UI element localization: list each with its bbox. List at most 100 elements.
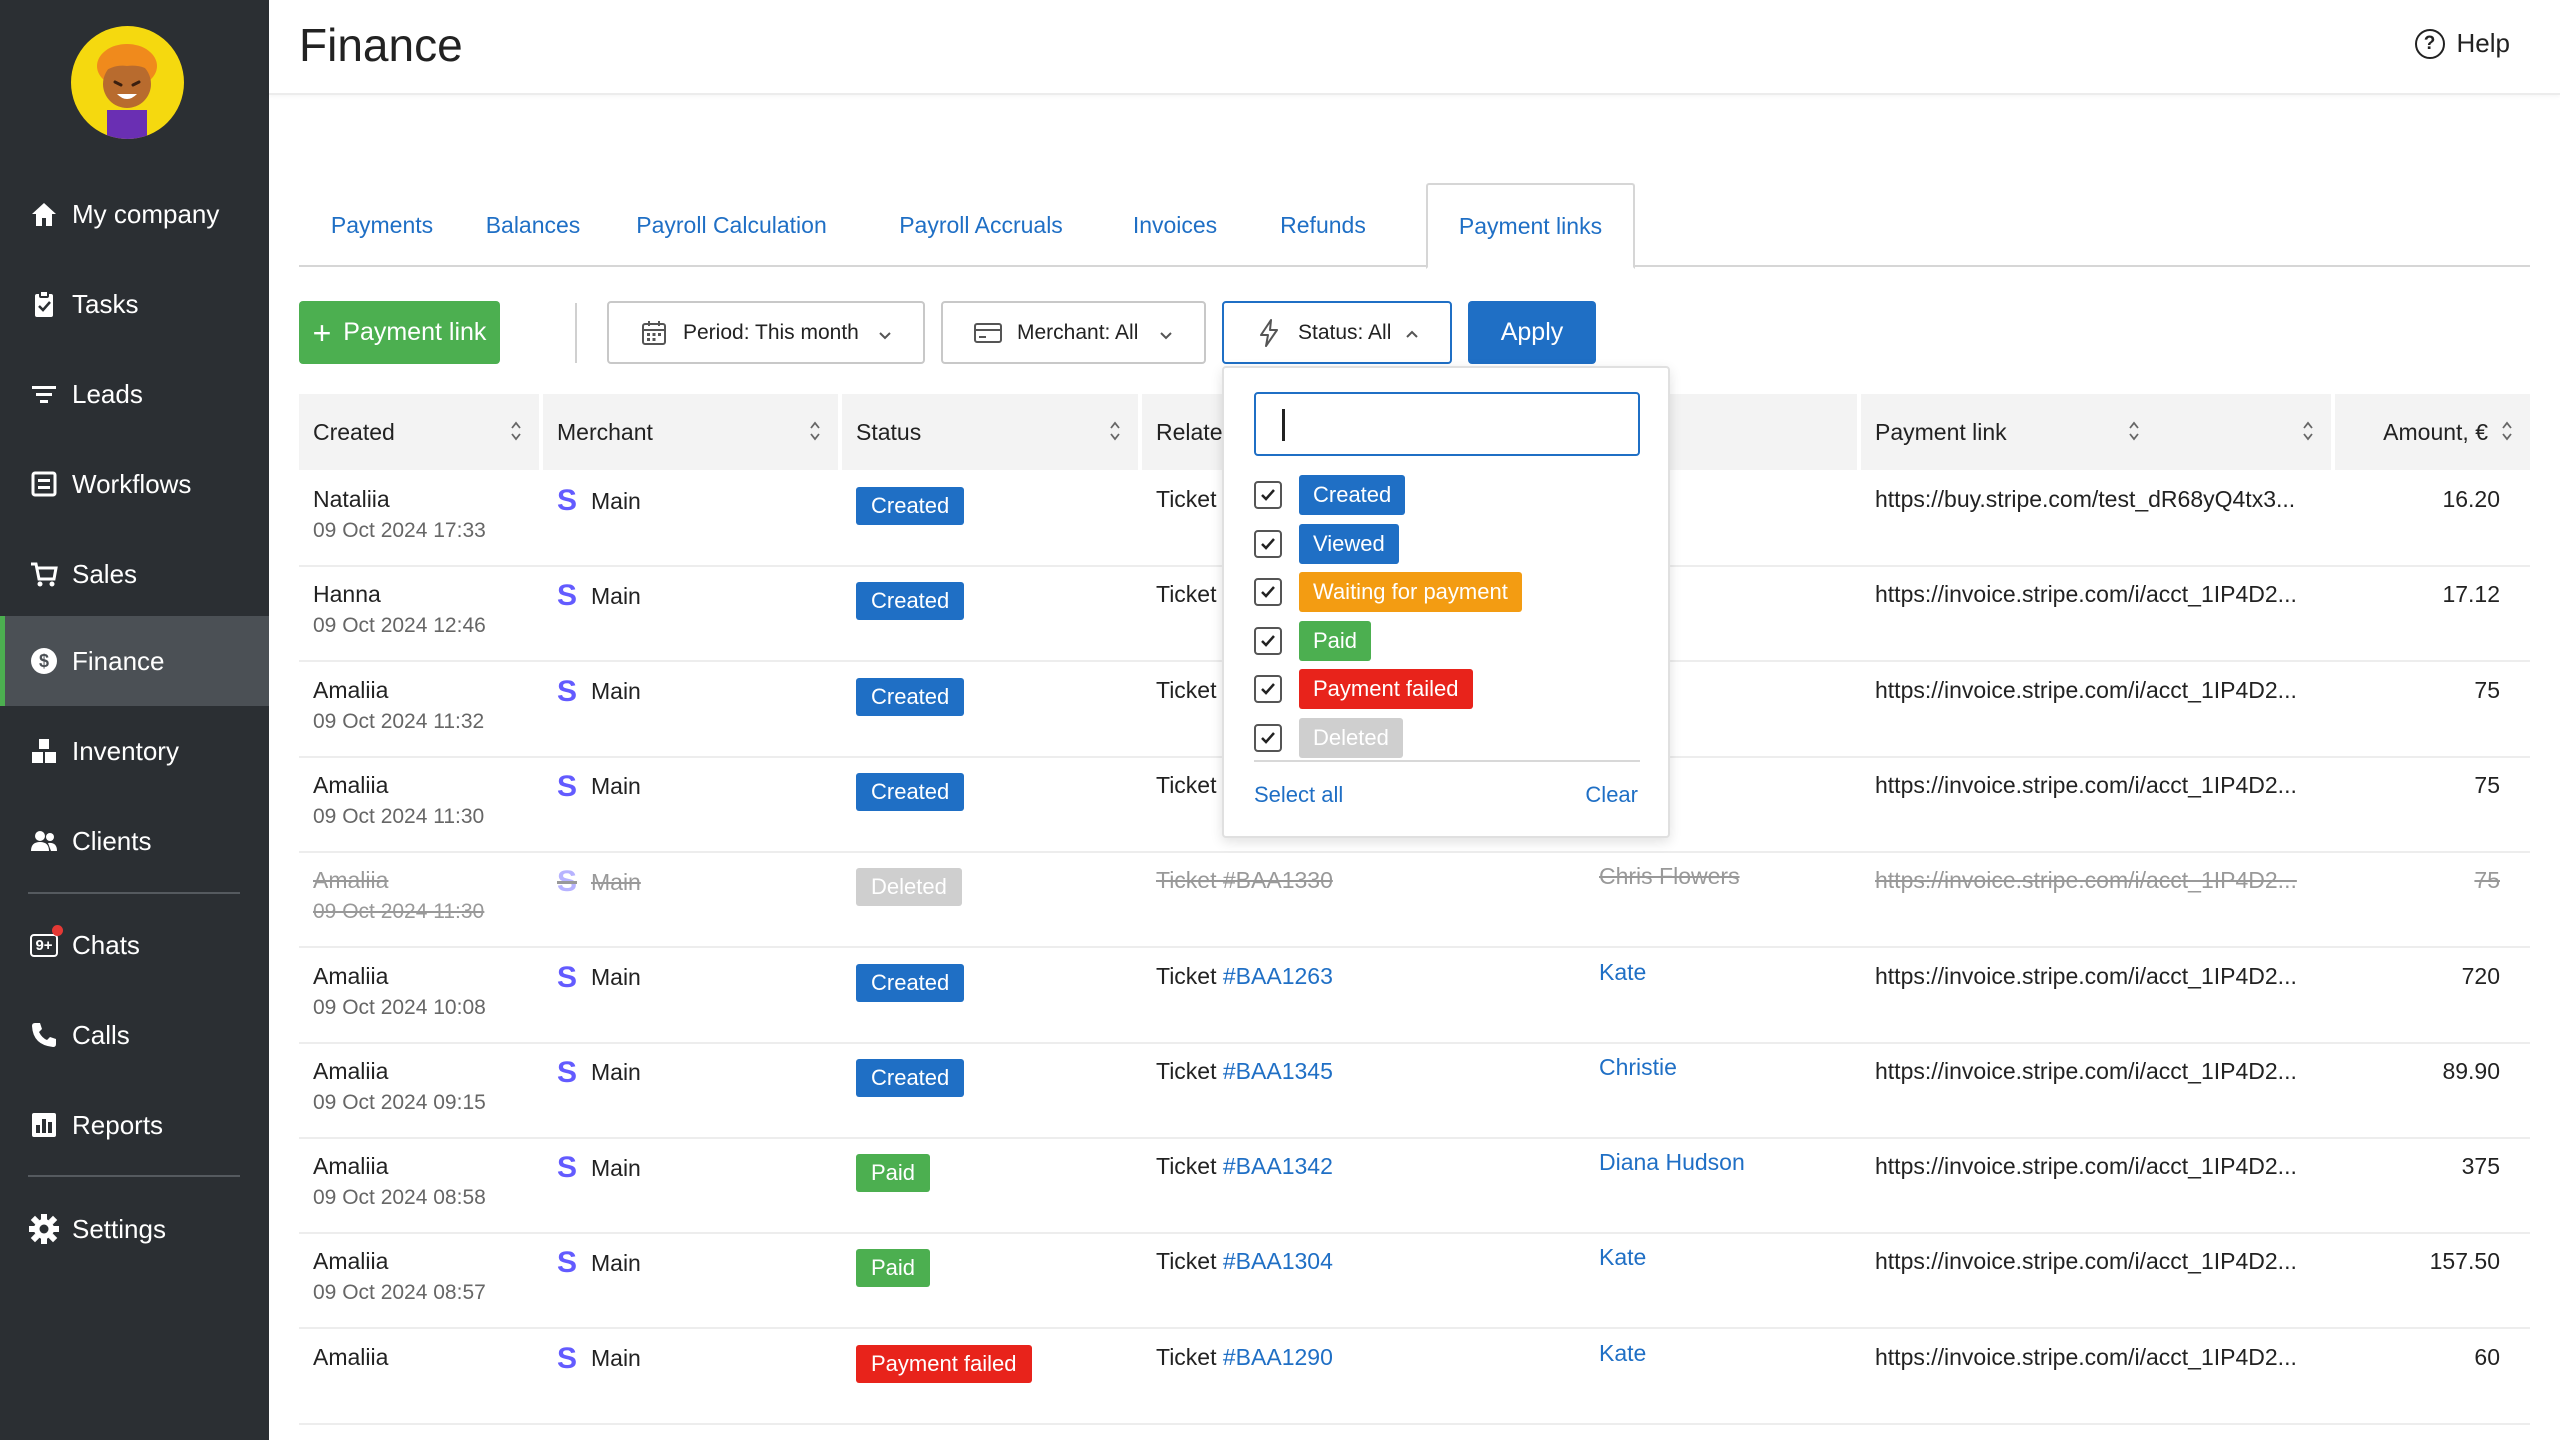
sidebar-item-label: Tasks [72,288,139,319]
row-created-cell: Amaliia 09 Oct 2024 09:15 [313,1058,486,1115]
checkbox[interactable] [1254,626,1282,655]
client-link[interactable]: Kate [1599,959,1646,986]
ticket-link[interactable]: #BAA1304 [1223,1248,1333,1274]
amount-value: 75 [2474,676,2500,703]
sidebar-item-settings[interactable]: Settings [0,1184,269,1274]
users-icon [27,824,61,858]
tab-payroll-calculation[interactable]: Payroll Calculation [601,183,862,267]
payment-link-url[interactable]: https://invoice.stripe.com/i/acct_1IP4D2… [1875,867,2297,894]
tab-payment-links[interactable]: Payment links [1426,183,1635,269]
row-merchant-cell: S Main [557,865,641,899]
checkbox[interactable] [1254,529,1282,558]
chat-icon: 9+ [27,925,63,962]
status-badge: Created [856,1058,965,1097]
table-row[interactable]: Amaliia 09 Oct 2024 09:15 S Main Created Tick… [299,1044,2530,1139]
status-badge: Created [856,487,965,525]
add-payment-link-button[interactable]: + Payment link [299,301,500,364]
status-option[interactable]: Payment failed [1254,667,1473,711]
checkmark-icon [1261,537,1275,550]
column-header-merchant[interactable]: Merchant [543,394,838,470]
column-header-payment-link[interactable]: Payment link [1861,394,2331,470]
help-button[interactable]: ? Help [2414,28,2510,59]
payment-link-url[interactable]: https://invoice.stripe.com/i/acct_1IP4D2… [1875,1344,2297,1371]
related-type: Ticket [1156,771,1217,798]
ticket-link[interactable]: #BAA1345 [1223,1058,1333,1084]
table-row[interactable]: Amaliia 09 Oct 2024 08:58 S Main Paid Ticket … [299,1139,2530,1235]
tab-invoices[interactable]: Invoices [1100,183,1250,267]
column-header-created[interactable]: Created [299,394,539,470]
client-link[interactable]: Diana Hudson [1599,1149,1745,1176]
status-option[interactable]: Created [1254,473,1406,517]
user-avatar[interactable] [71,26,184,139]
stripe-logo-icon: S [557,1151,578,1185]
add-payment-link-label: Payment link [343,318,487,346]
sort-icon [2500,418,2514,450]
table-row[interactable]: Amaliia 09 Oct 2024 10:08 S Main Created Tick… [299,949,2530,1044]
sidebar-item-leads[interactable]: Leads [0,349,269,439]
client-link[interactable]: Kate [1599,1340,1646,1367]
table-row[interactable]: Amaliia S Main Payment failed Ticket #BAA129… [299,1330,2530,1425]
payment-link-url[interactable]: https://invoice.stripe.com/i/acct_1IP4D2… [1875,963,2297,990]
boxes-icon [27,734,61,768]
client-link[interactable]: Chris Flowers [1599,863,1740,890]
sidebar-item-inventory[interactable]: Inventory [0,706,269,796]
ticket-link[interactable]: #BAA1290 [1223,1344,1333,1370]
sidebar-item-reports[interactable]: Reports [0,1080,269,1170]
sidebar-item-finance[interactable]: $ Finance [0,616,269,706]
merchant-filter[interactable]: Merchant: All [941,301,1206,364]
merchant-name: Main [591,1154,641,1181]
status-option-label: Payment failed [1299,669,1473,709]
clear-link[interactable]: Clear [1585,782,1638,808]
select-all-link[interactable]: Select all [1254,782,1343,808]
payment-link-url[interactable]: https://invoice.stripe.com/i/acct_1IP4D2… [1875,677,2297,704]
status-option[interactable]: Paid [1254,619,1372,663]
sidebar-item-chats[interactable]: 9+ Chats [0,900,269,990]
checkbox[interactable] [1254,578,1282,606]
amount-value: 17.12 [2442,581,2500,608]
card-icon [973,318,1003,348]
merchant-filter-label: Merchant: All [1017,320,1139,344]
sidebar-item-workflows[interactable]: Workflows [0,439,269,529]
related-type: Ticket [1156,581,1217,608]
merchant-name: Main [591,1249,641,1276]
sidebar-item-my-company[interactable]: My company [0,169,269,259]
svg-text:$: $ [39,651,49,671]
tab-payroll-accruals[interactable]: Payroll Accruals [862,183,1100,267]
tab-balances[interactable]: Balances [465,183,601,267]
stripe-logo-icon: S [557,1341,578,1375]
status-option[interactable]: Deleted [1254,716,1403,760]
calendar-icon [639,318,669,348]
table-row[interactable]: Amaliia 09 Oct 2024 08:57 S Main Paid Ticket … [299,1234,2530,1330]
column-header-status[interactable]: Status [842,394,1138,470]
payment-link-url[interactable]: https://invoice.stripe.com/i/acct_1IP4D2… [1875,581,2297,608]
sidebar-item-tasks[interactable]: Tasks [0,259,269,349]
checkbox[interactable] [1254,723,1282,752]
table-row[interactable]: Amaliia 09 Oct 2024 11:30 S Main Deleted Tick… [299,853,2530,949]
row-created-cell: Amaliia 09 Oct 2024 11:32 [313,677,484,734]
ticket-link[interactable]: #BAA1342 [1223,1153,1333,1179]
checkbox[interactable] [1254,481,1282,509]
ticket-link[interactable]: #BAA1263 [1223,963,1333,989]
sidebar-item-calls[interactable]: Calls [0,990,269,1080]
status-option[interactable]: Viewed [1254,522,1399,566]
tab-refunds[interactable]: Refunds [1250,183,1396,267]
apply-button[interactable]: Apply [1468,301,1596,364]
column-header-amount[interactable]: Amount, € [2335,394,2530,470]
status-option[interactable]: Waiting for payment [1254,570,1522,614]
payment-link-url[interactable]: https://buy.stripe.com/test_dR68yQ4tx3..… [1875,486,2295,513]
client-link[interactable]: Christie [1599,1054,1677,1081]
payment-link-url[interactable]: https://invoice.stripe.com/i/acct_1IP4D2… [1875,1153,2297,1180]
status-filter[interactable]: Status: All [1222,301,1452,364]
sidebar-item-sales[interactable]: Sales [0,529,269,619]
column-header-label: Created [313,418,395,445]
payment-link-url[interactable]: https://invoice.stripe.com/i/acct_1IP4D2… [1875,772,2297,799]
payment-link-url[interactable]: https://invoice.stripe.com/i/acct_1IP4D2… [1875,1248,2297,1275]
client-link[interactable]: Kate [1599,1244,1646,1271]
sidebar-item-clients[interactable]: Clients [0,796,269,886]
checkbox[interactable] [1254,675,1282,703]
payment-link-url[interactable]: https://invoice.stripe.com/i/acct_1IP4D2… [1875,1058,2297,1085]
top-bar: Finance ? Help [269,0,2560,95]
period-filter[interactable]: Period: This month [607,301,925,364]
status-search-input[interactable] [1254,392,1640,456]
tab-payments[interactable]: Payments [299,183,465,267]
